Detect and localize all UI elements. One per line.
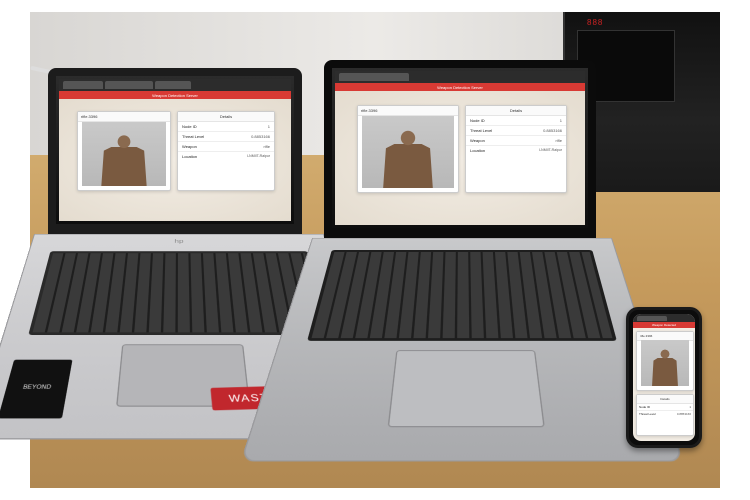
photo-frame: 888 Weapon Detection Server: [0, 0, 750, 500]
app-body: rifle.3396 Details Node ID 1: [335, 91, 585, 225]
details-card-title: Details: [637, 395, 693, 404]
row-node-id: Node ID 1: [466, 116, 566, 126]
row-node-id: Node ID 1: [637, 404, 693, 411]
value-node-id: 1: [268, 124, 270, 129]
app-header-bar: Weapon Detection Server: [59, 91, 291, 99]
label-location: Location: [470, 148, 485, 153]
details-card: Details Node ID 1 Threat Level 0.8853166…: [177, 111, 275, 191]
smartphone: Weapon Detected rifle.3396 Details Node …: [626, 307, 702, 448]
value-node-id: 1: [560, 118, 562, 123]
value-threat: 0.8853166: [677, 412, 691, 416]
app-header-bar: Weapon Detection Server: [335, 83, 585, 91]
details-card-title: Details: [178, 112, 274, 122]
image-card: rifle.3396: [357, 105, 459, 193]
details-card-title: Details: [466, 106, 566, 116]
value-weapon: rifle: [264, 144, 270, 149]
label-weapon: Weapon: [182, 144, 197, 149]
laptop-macbook-lid: Weapon Detection Server rifle.3396 Detai…: [324, 60, 596, 242]
laptop-hp-lid: Weapon Detection Server rifle.3396 Detai…: [48, 68, 302, 238]
lab-scene: 888 Weapon Detection Server: [30, 12, 720, 488]
row-threat: Threat Level 0.8853166: [178, 132, 274, 142]
oscilloscope-readout: 888: [587, 18, 603, 27]
app-body: rifle.3396 Details Node ID 1: [59, 99, 291, 221]
browser-tab-bar[interactable]: [335, 71, 585, 83]
app-header-title: Weapon Detection Server: [437, 85, 483, 90]
laptop-macbook-deck: [240, 238, 683, 462]
browser-tab[interactable]: [63, 81, 103, 89]
image-card-title: rifle.3396: [78, 112, 170, 122]
detection-photo: [641, 340, 689, 386]
image-card-title: rifle.3396: [358, 106, 458, 116]
browser-tab[interactable]: [155, 81, 191, 89]
label-node-id: Node ID: [182, 124, 197, 129]
value-threat: 0.8853166: [251, 134, 270, 139]
app-body: rifle.3396 Details Node ID 1 Threat Leve…: [633, 328, 695, 441]
label-threat: Threat Level: [182, 134, 204, 139]
browser-tab[interactable]: [339, 73, 409, 81]
row-node-id: Node ID 1: [178, 122, 274, 132]
value-location: LNMIIT-Raipur: [247, 154, 270, 159]
label-node-id: Node ID: [470, 118, 485, 123]
hp-logo: hp: [174, 238, 183, 244]
person-silhouette: [99, 132, 149, 186]
app-header-title: Weapon Detected: [652, 323, 676, 327]
row-threat: Threat Level 0.8853166: [637, 411, 693, 417]
phone-browser-bar[interactable]: [633, 314, 695, 322]
sticker-beyond-text: BEYOND: [22, 385, 51, 390]
app-header-title: Weapon Detection Server: [152, 93, 198, 98]
label-threat: Threat Level: [639, 412, 656, 416]
detection-photo: [362, 116, 454, 188]
details-card: Details Node ID 1 Threat Level 0.8853166…: [465, 105, 567, 193]
detection-photo: [82, 122, 166, 186]
label-location: Location: [182, 154, 197, 159]
value-weapon: rifle: [556, 138, 562, 143]
browser-tab[interactable]: [105, 81, 153, 89]
image-card: rifle.3396: [77, 111, 171, 191]
sticker-beyond: BEYOND: [0, 360, 72, 419]
label-weapon: Weapon: [470, 138, 485, 143]
laptop-macbook-keyboard[interactable]: [307, 250, 617, 341]
laptop-macbook-screen: Weapon Detection Server rifle.3396 Detai…: [335, 71, 585, 225]
laptop-macbook: Weapon Detection Server rifle.3396 Detai…: [312, 60, 610, 440]
row-location: Location LNMIIT-Raipur: [178, 152, 274, 161]
person-silhouette: [380, 127, 435, 188]
row-weapon: Weapon rifle: [178, 142, 274, 152]
label-node-id: Node ID: [639, 405, 650, 409]
phone-address-bar[interactable]: [637, 316, 667, 321]
smartphone-screen: Weapon Detected rifle.3396 Details Node …: [633, 314, 695, 441]
row-weapon: Weapon rifle: [466, 136, 566, 146]
image-card: rifle.3396: [636, 331, 694, 391]
row-location: Location LNMIIT-Raipur: [466, 146, 566, 155]
details-card: Details Node ID 1 Threat Level 0.8853166: [636, 394, 694, 436]
laptop-hp-screen: Weapon Detection Server rifle.3396 Detai…: [59, 79, 291, 221]
person-silhouette: [651, 347, 680, 386]
value-threat: 0.8853166: [543, 128, 562, 133]
label-threat: Threat Level: [470, 128, 492, 133]
laptop-macbook-trackpad[interactable]: [388, 350, 545, 427]
value-node-id: 1: [689, 405, 691, 409]
value-location: LNMIIT-Raipur: [539, 148, 562, 153]
browser-tab-bar[interactable]: [59, 79, 291, 91]
row-threat: Threat Level 0.8853166: [466, 126, 566, 136]
